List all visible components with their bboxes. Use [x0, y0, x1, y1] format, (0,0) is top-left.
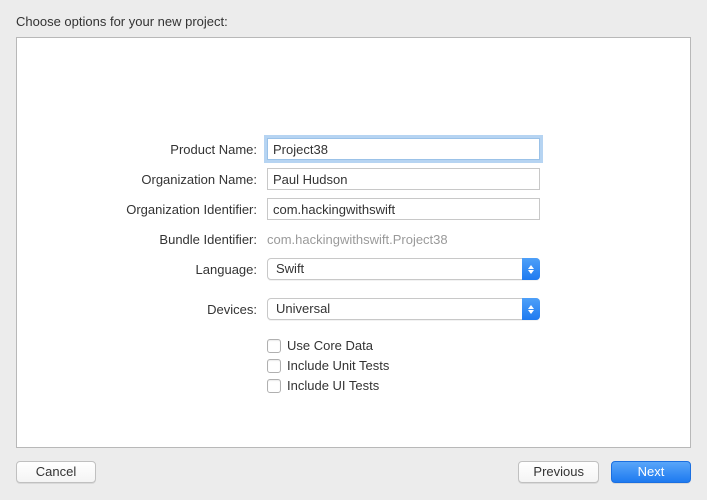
- row-product-name: Product Name:: [107, 138, 600, 160]
- language-select-value: Swift: [267, 258, 540, 280]
- label-product-name: Product Name:: [107, 142, 267, 157]
- product-name-field[interactable]: [267, 138, 540, 160]
- devices-select-value: Universal: [267, 298, 540, 320]
- checkbox-ui-tests-label: Include UI Tests: [287, 378, 379, 393]
- label-language: Language:: [107, 262, 267, 277]
- chevron-up-down-icon: [522, 298, 540, 320]
- chevron-up-down-icon: [522, 258, 540, 280]
- dialog-title: Choose options for your new project:: [16, 14, 691, 29]
- form: Product Name: Organization Name: Organiz…: [17, 138, 690, 406]
- bundle-identifier-value: com.hackingwithswift.Project38: [267, 230, 540, 249]
- next-button[interactable]: Next: [611, 461, 691, 483]
- devices-select[interactable]: Universal: [267, 298, 540, 320]
- checkbox-core-data-label: Use Core Data: [287, 338, 373, 353]
- previous-button[interactable]: Previous: [518, 461, 599, 483]
- checkbox-core-data[interactable]: Use Core Data: [267, 338, 540, 353]
- label-org-name: Organization Name:: [107, 172, 267, 187]
- row-org-identifier: Organization Identifier:: [107, 198, 600, 220]
- row-language: Language: Swift: [107, 258, 600, 280]
- organization-name-field[interactable]: [267, 168, 540, 190]
- language-select[interactable]: Swift: [267, 258, 540, 280]
- checkbox-unit-tests-label: Include Unit Tests: [287, 358, 389, 373]
- row-bundle-identifier: Bundle Identifier: com.hackingwithswift.…: [107, 228, 600, 250]
- checkbox-icon: [267, 359, 281, 373]
- organization-identifier-field[interactable]: [267, 198, 540, 220]
- row-devices: Devices: Universal: [107, 298, 600, 320]
- checkbox-icon: [267, 379, 281, 393]
- new-project-options-dialog: Choose options for your new project: Pro…: [0, 0, 707, 500]
- checkbox-icon: [267, 339, 281, 353]
- label-bundle-identifier: Bundle Identifier:: [107, 232, 267, 247]
- checkbox-unit-tests[interactable]: Include Unit Tests: [267, 358, 540, 373]
- content-panel: Product Name: Organization Name: Organiz…: [16, 37, 691, 448]
- cancel-button[interactable]: Cancel: [16, 461, 96, 483]
- row-checkboxes: Use Core Data Include Unit Tests Include…: [107, 338, 600, 398]
- button-bar: Cancel Previous Next: [16, 460, 691, 484]
- checkbox-ui-tests[interactable]: Include UI Tests: [267, 378, 540, 393]
- label-org-identifier: Organization Identifier:: [107, 202, 267, 217]
- label-devices: Devices:: [107, 302, 267, 317]
- row-org-name: Organization Name:: [107, 168, 600, 190]
